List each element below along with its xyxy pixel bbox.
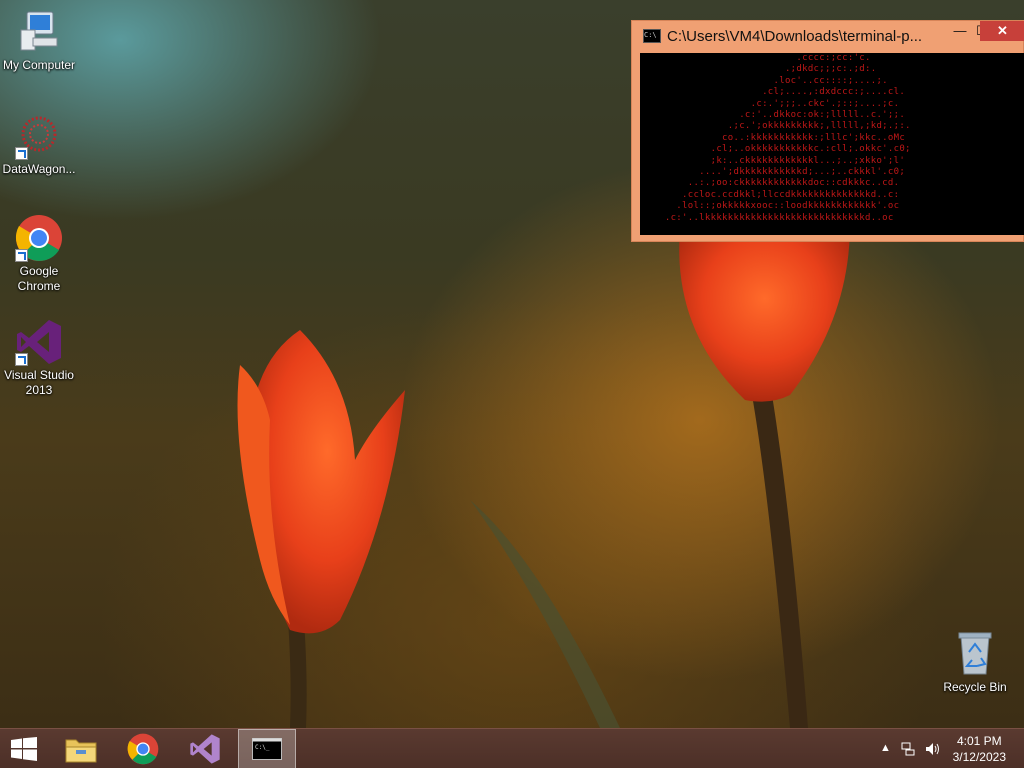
recycle-bin-icon <box>951 630 999 678</box>
shortcut-arrow-icon <box>15 147 28 160</box>
command-prompt-icon: C:\_ <box>252 738 282 760</box>
windows-start-icon <box>11 737 37 761</box>
svg-text:C:\_: C:\_ <box>255 744 270 751</box>
console-ascii-art: .cccc:;cc:'c. .;dkdc;;;c:.;d:. .loc'..cc… <box>664 53 911 223</box>
chrome-icon <box>15 214 63 262</box>
taskbar: C:\_ ▲ 4:01 PM 3/12/2023 <box>0 728 1024 768</box>
system-tray: ▲ 4:01 PM 3/12/2023 <box>864 729 1024 768</box>
shortcut-arrow-icon <box>15 353 28 366</box>
desktop-icon-label: My Computer <box>2 58 76 72</box>
visual-studio-icon <box>190 734 220 764</box>
desktop-icon-label: Google Chrome <box>17 264 61 293</box>
taskbar-visual-studio[interactable] <box>176 729 234 768</box>
network-icon[interactable] <box>900 741 916 760</box>
desktop-icon-datawagon[interactable]: DataWagon... <box>0 112 78 177</box>
close-button[interactable]: ✕ <box>980 21 1024 41</box>
start-button[interactable] <box>0 729 48 768</box>
desktop-icon-visual-studio[interactable]: Visual Studio 2013 <box>0 318 78 398</box>
console-title: C:\Users\VM4\Downloads\terminal-p... <box>667 27 923 45</box>
desktop-icon-label: Recycle Bin <box>943 680 1007 694</box>
clock-time: 4:01 PM <box>956 734 1002 748</box>
desktop-icon-my-computer[interactable]: My Computer <box>0 8 78 73</box>
taskbar-clock[interactable]: 4:01 PM 3/12/2023 <box>953 733 1006 765</box>
command-prompt-icon: C:\ <box>643 29 661 43</box>
console-window[interactable]: C:\ C:\Users\VM4\Downloads\terminal-p...… <box>631 20 1024 242</box>
taskbar-file-explorer[interactable] <box>52 729 110 768</box>
visual-studio-icon <box>15 318 63 366</box>
shortcut-arrow-icon <box>15 249 28 262</box>
desktop-icon-recycle-bin[interactable]: Recycle Bin <box>936 630 1014 695</box>
console-output-area[interactable]: .cccc:;cc:'c. .;dkdc;;;c:.;d:. .loc'..cc… <box>640 53 1024 235</box>
file-explorer-icon <box>65 739 97 763</box>
chrome-icon <box>127 733 159 765</box>
volume-icon[interactable] <box>924 741 942 760</box>
taskbar-command-prompt[interactable]: C:\_ <box>238 729 296 768</box>
show-hidden-icons-chevron[interactable]: ▲ <box>880 742 891 754</box>
clock-date: 3/12/2023 <box>952 750 1006 764</box>
datawagon-icon <box>15 112 63 160</box>
desktop-icon-label: DataWagon... <box>2 162 76 176</box>
desktop-icon-google-chrome[interactable]: Google Chrome <box>0 214 78 294</box>
computer-icon <box>15 8 63 56</box>
taskbar-google-chrome[interactable] <box>114 729 172 768</box>
desktop-icon-label: Visual Studio 2013 <box>4 368 74 397</box>
